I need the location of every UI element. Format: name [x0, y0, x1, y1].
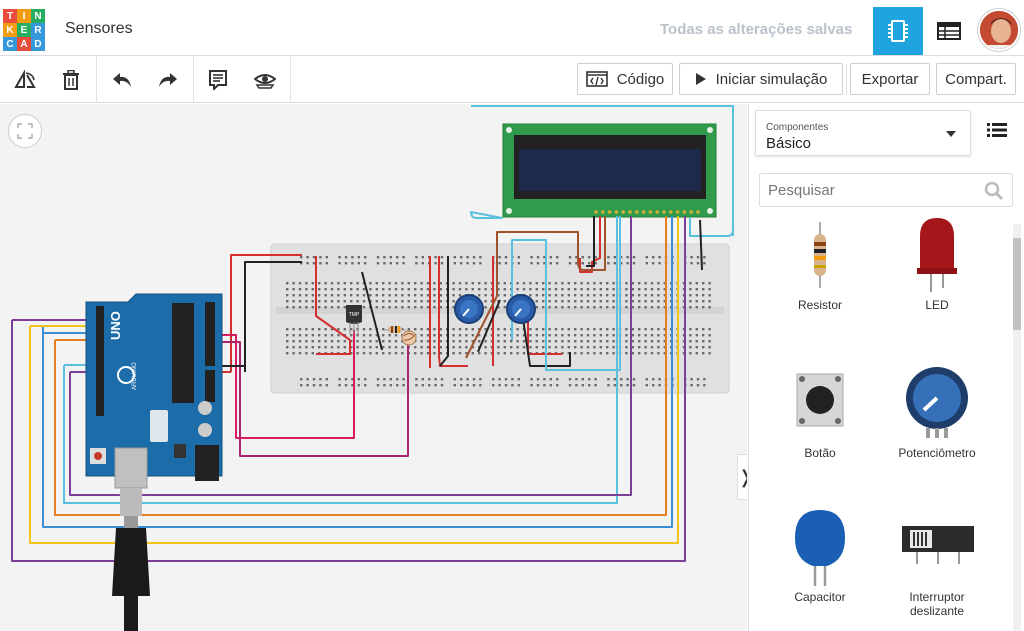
breadboard[interactable] — [270, 243, 730, 394]
components-panel: Componentes Básico Resistor — [748, 104, 1024, 631]
logo-tile: A — [17, 37, 31, 51]
toolbar-divider — [290, 56, 291, 103]
potentiometer-1[interactable] — [454, 294, 484, 324]
circuit-canvas: TMP UNO ARDUINO — [11, 105, 734, 631]
rotate-button[interactable] — [2, 56, 48, 103]
notes-button[interactable] — [195, 56, 241, 103]
circuit-view-button[interactable] — [873, 7, 923, 55]
circuit-workplane[interactable]: TMP UNO ARDUINO — [0, 104, 747, 631]
potentiometer-2[interactable] — [506, 294, 536, 324]
save-status: Todas as alterações salvas — [660, 21, 853, 38]
export-button[interactable]: Exportar — [850, 63, 930, 95]
project-title[interactable]: Sensores — [65, 20, 133, 38]
dropdown-value: Básico — [766, 135, 812, 152]
component-list-button[interactable] — [924, 7, 974, 55]
arduino-uno[interactable]: UNO ARDUINO — [85, 293, 223, 631]
code-button-label: Código — [616, 70, 665, 88]
share-button[interactable]: Compart. — [936, 63, 1016, 95]
component-label: Interruptor deslizante — [909, 590, 965, 618]
visibility-button[interactable] — [242, 56, 288, 103]
photoresistor[interactable] — [401, 330, 417, 346]
component-list-icon — [937, 22, 961, 40]
toolbar-divider — [96, 56, 97, 103]
logo-tile: I — [17, 9, 31, 23]
start-simulation-button[interactable]: Iniciar simulação — [679, 63, 843, 95]
toolbar-divider — [846, 64, 847, 95]
arduino-uno-text: UNO — [108, 311, 123, 340]
rotate-icon — [14, 69, 36, 88]
scrollbar-thumb[interactable] — [1013, 238, 1021, 330]
avatar-photo — [980, 11, 1018, 49]
search-box — [759, 173, 1013, 207]
led-icon — [917, 218, 957, 292]
slide-switch-icon — [902, 526, 974, 564]
user-avatar[interactable] — [978, 9, 1020, 51]
logo-tile: R — [31, 23, 45, 37]
component-resistor[interactable]: Resistor — [765, 218, 875, 312]
component-label: Potenciômetro — [898, 446, 976, 460]
component-pushbutton[interactable]: Botão — [765, 366, 875, 460]
share-button-label: Compart. — [945, 70, 1007, 88]
code-icon — [585, 71, 608, 87]
delete-button[interactable] — [48, 56, 94, 103]
component-label: Resistor — [797, 298, 842, 312]
logo-tile: E — [17, 23, 31, 37]
logo-tile: K — [3, 23, 17, 37]
component-label: Botão — [804, 446, 836, 460]
lcd-display[interactable] — [502, 123, 717, 218]
toolbar-divider — [193, 56, 194, 103]
list-view-icon — [987, 123, 1007, 137]
chevron-down-icon — [946, 131, 956, 137]
list-view-button[interactable] — [987, 122, 1007, 143]
component-led[interactable]: LED — [882, 218, 992, 312]
panel-collapse-button[interactable]: ❭ — [737, 454, 747, 500]
redo-icon — [159, 72, 177, 87]
component-label: Capacitor — [794, 590, 846, 604]
resistor-icon — [814, 222, 826, 288]
search-icon[interactable] — [984, 181, 1004, 201]
potentiometer-icon — [906, 367, 968, 438]
simulate-button-label: Iniciar simulação — [715, 70, 828, 88]
toolbar: Código Iniciar simulação Exportar Compar… — [0, 56, 1024, 103]
notes-icon — [209, 69, 227, 90]
circuit-view-icon — [888, 20, 908, 42]
trash-icon — [63, 69, 79, 90]
panel-scrollbar[interactable] — [1011, 224, 1021, 631]
logo-tile: N — [31, 9, 45, 23]
export-button-label: Exportar — [861, 70, 919, 88]
search-input[interactable] — [760, 174, 980, 206]
logo-tile: D — [31, 37, 45, 51]
code-button[interactable]: Código — [577, 63, 673, 95]
component-slide-switch[interactable]: Interruptor deslizante — [882, 510, 992, 618]
play-icon — [695, 73, 706, 85]
logo-tile: T — [3, 9, 17, 23]
tinkercad-logo[interactable]: TINKERCAD — [3, 9, 45, 53]
component-label: LED — [925, 298, 949, 312]
pushbutton-icon — [796, 373, 844, 427]
visibility-icon — [254, 73, 276, 89]
chevron-right-icon: ❭ — [738, 467, 747, 488]
undo-icon — [113, 72, 131, 87]
arduino-brand-text: ARDUINO — [132, 362, 138, 390]
component-capacitor[interactable]: Capacitor — [765, 510, 875, 604]
component-potentiometer[interactable]: Potenciômetro — [882, 366, 992, 460]
capacitor-icon — [795, 510, 845, 586]
app-header: TINKERCAD Sensores Todas as alterações s… — [0, 0, 1024, 56]
dropdown-label: Componentes — [766, 122, 829, 133]
undo-button[interactable] — [99, 56, 145, 103]
logo-tile: C — [3, 37, 17, 51]
components-dropdown[interactable]: Componentes Básico — [755, 110, 971, 156]
redo-button[interactable] — [145, 56, 191, 103]
tmp-label: TMP — [349, 312, 360, 318]
